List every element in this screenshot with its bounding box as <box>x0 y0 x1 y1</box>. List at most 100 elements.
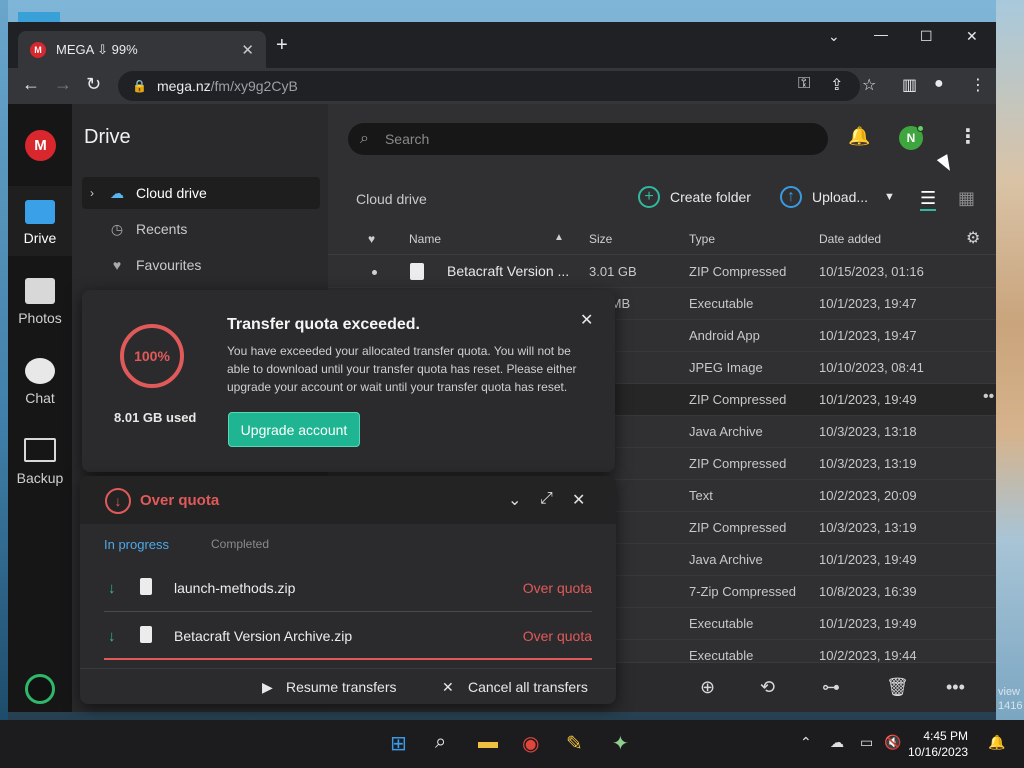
file-type: Text <box>689 488 713 503</box>
rail-item-drive[interactable]: Drive <box>8 186 72 256</box>
close-transfers-icon[interactable]: ✕ <box>572 490 585 510</box>
list-view-icon[interactable]: ☰ <box>920 188 937 211</box>
file-type: ZIP Compressed <box>689 456 787 471</box>
url-host: mega.nz <box>156 78 211 94</box>
share-icon[interactable]: ⇪ <box>830 75 843 95</box>
column-name[interactable]: Name <box>409 232 441 246</box>
expand-icon[interactable]: ⤢ <box>540 490 553 508</box>
sync-status-icon[interactable] <box>25 674 55 704</box>
table-header: ♥ Name ▲ Size Type Date added ⚙ <box>328 222 996 255</box>
notifications-icon[interactable]: 🔔 <box>988 734 1005 751</box>
display-icon[interactable]: ▭ <box>860 734 873 751</box>
bookmark-star-icon[interactable]: ☆ <box>862 75 876 95</box>
quota-message: You have exceeded your allocated transfe… <box>227 344 577 394</box>
transfer-item[interactable]: ↓ launch-methods.zip Over quota <box>104 564 592 612</box>
file-type: Executable <box>689 616 754 631</box>
tab-completed[interactable]: Completed <box>211 537 269 551</box>
quota-used: 8.01 GB used <box>114 410 197 425</box>
breadcrumb[interactable]: Cloud drive <box>356 191 427 207</box>
tab-close-icon[interactable]: ✕ <box>241 41 254 59</box>
side-panel-icon[interactable]: ▥ <box>902 75 917 95</box>
column-settings-icon[interactable]: ⚙ <box>966 228 980 248</box>
sticky-notes-icon[interactable]: ✎ <box>566 731 583 756</box>
address-bar[interactable]: 🔒 mega.nz/fm/xy9g2CyB <box>118 71 860 101</box>
quota-title: Transfer quota exceeded. <box>227 316 420 333</box>
resume-transfers-button[interactable]: Resume transfers <box>286 679 396 695</box>
url-path: /fm/xy9g2CyB <box>210 78 298 94</box>
browser-tab[interactable]: M MEGA ⇩ 99% ✕ <box>18 31 266 68</box>
transfer-item[interactable]: ↓ Betacraft Version Archive.zip Over quo… <box>104 612 592 660</box>
table-row[interactable]: Betacraft Version ... 3.01 GB ZIP Compress… <box>328 256 996 288</box>
rail-item-photos[interactable]: Photos <box>8 278 72 338</box>
upgrade-account-button[interactable]: Upgrade account <box>228 412 360 447</box>
key-icon[interactable]: ⚿ <box>798 75 810 93</box>
search-input[interactable]: ⌕ Search <box>348 123 828 155</box>
minimize-button[interactable]: — <box>874 26 888 42</box>
clock-icon: ◷ <box>110 220 124 237</box>
nav-item-favourites[interactable]: ♥ Favourites <box>82 249 320 281</box>
chrome-icon[interactable]: ◉ <box>522 731 539 756</box>
mega-logo-icon[interactable]: M <box>25 130 56 161</box>
rail-label-chat: Chat <box>25 390 55 406</box>
windows-start-icon[interactable]: ⊞ <box>390 731 407 756</box>
tab-in-progress[interactable]: In progress <box>104 537 169 552</box>
grid-view-icon[interactable]: ▦ <box>958 188 975 209</box>
desktop-icon <box>18 12 60 22</box>
window-close-button[interactable]: ✕ <box>966 28 978 45</box>
nav-item-cloud-drive[interactable]: › ☁ Cloud drive <box>82 177 320 209</box>
close-icon[interactable]: ✕ <box>580 310 593 330</box>
favourite-column-icon[interactable]: ♥ <box>368 232 375 246</box>
reload-button[interactable]: ↻ <box>86 74 101 95</box>
onedrive-icon[interactable]: ☁ <box>830 734 844 751</box>
transfer-status-title: Over quota <box>140 492 220 509</box>
more-options-icon[interactable]: ••• <box>946 677 965 698</box>
back-button[interactable]: ← <box>22 74 40 95</box>
mega-favicon-icon: M <box>30 41 46 58</box>
rail-item-chat[interactable]: Chat <box>8 358 72 418</box>
avatar[interactable]: N <box>899 125 924 150</box>
favourite-dot[interactable] <box>372 270 377 275</box>
profile-icon[interactable]: ● <box>934 75 944 93</box>
rail-item-backup[interactable]: Backup <box>8 438 72 498</box>
collapse-chevron-icon[interactable]: ⌄ <box>508 490 521 510</box>
clock-date: 10/16/2023 <box>908 745 969 759</box>
column-date[interactable]: Date added <box>819 232 881 246</box>
nav-label: Recents <box>136 221 188 237</box>
column-size[interactable]: Size <box>589 232 612 246</box>
file-type: Android App <box>689 328 760 343</box>
volume-muted-icon[interactable]: 🔇 <box>884 734 901 751</box>
app-icon[interactable]: ✦ <box>612 731 629 756</box>
sort-ascending-icon[interactable]: ▲ <box>554 232 564 243</box>
download-icon[interactable]: ⊕ <box>700 677 715 698</box>
transfer-quota-dialog: 100% 8.01 GB used Transfer quota exceede… <box>82 290 615 472</box>
trash-icon[interactable]: 🗑 <box>886 677 909 698</box>
transfer-footer: ▶ Resume transfers ✕ Cancel all transfer… <box>80 668 616 704</box>
cancel-all-transfers-button[interactable]: Cancel all transfers <box>468 679 588 695</box>
avatar-initial: N <box>906 131 916 145</box>
forward-button[interactable]: → <box>54 74 72 95</box>
tab-search-icon[interactable]: ⌄ <box>828 28 840 45</box>
quota-percent-ring: 100% <box>120 324 184 388</box>
file-size: 3.01 GB <box>589 264 637 279</box>
create-folder-button[interactable]: + Create folder <box>638 186 751 208</box>
more-menu-icon[interactable]: ⋮ <box>958 124 978 149</box>
link-icon[interactable]: ⊶ <box>822 677 840 698</box>
row-more-icon[interactable]: •• <box>983 388 994 406</box>
plus-icon: + <box>638 186 660 208</box>
clock[interactable]: 4:45 PM 10/16/2023 <box>908 728 968 760</box>
file-type: 7-Zip Compressed <box>689 584 796 599</box>
search-icon[interactable]: ⌕ <box>435 731 446 754</box>
nav-item-recents[interactable]: ◷ Recents <box>82 213 320 245</box>
upload-button[interactable]: ↑ Upload... ▼ <box>780 186 895 208</box>
notification-bell-icon[interactable]: 🔔 <box>848 126 870 147</box>
file-explorer-icon[interactable]: ▬ <box>478 731 498 754</box>
rail-label-photos: Photos <box>18 310 62 326</box>
new-tab-button[interactable]: + <box>276 34 288 57</box>
share-link-icon[interactable]: ⟲ <box>760 677 775 698</box>
browser-menu-icon[interactable]: ⋮ <box>970 75 986 95</box>
desktop-wallpaper <box>996 0 1024 720</box>
tray-chevron-icon[interactable]: ⌃ <box>800 734 812 751</box>
maximize-button[interactable]: ☐ <box>920 28 933 45</box>
file-date: 10/3/2023, 13:19 <box>819 456 917 471</box>
column-type[interactable]: Type <box>689 232 715 246</box>
